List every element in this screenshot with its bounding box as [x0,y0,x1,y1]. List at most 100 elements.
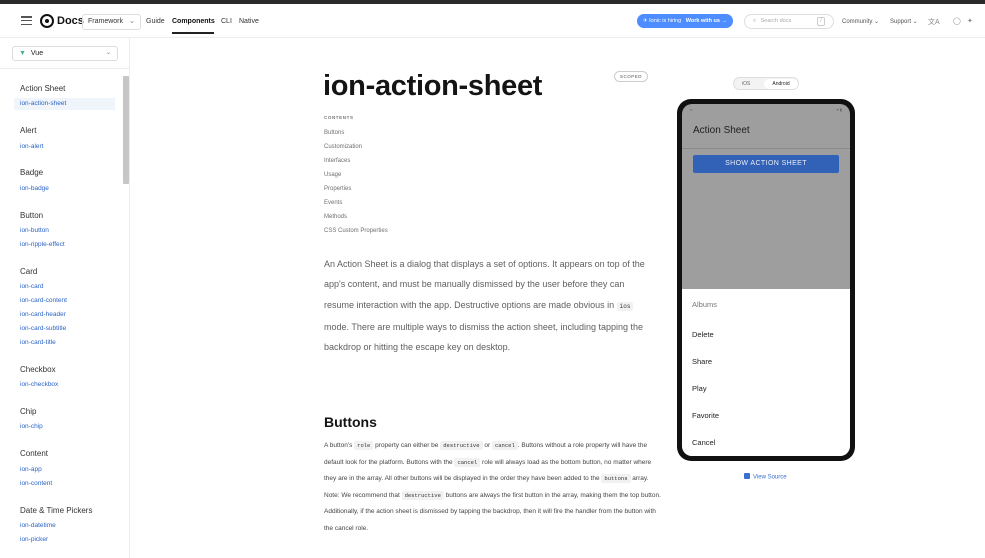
action-sheet-play-button[interactable]: Play [692,384,707,393]
sidebar-group-badge: Badge [20,168,44,177]
scrollbar-thumb[interactable] [123,76,129,184]
paragraph-text: A button's [324,442,355,449]
nav-native[interactable]: Native [239,18,259,25]
sidebar-group-action-sheet: Action Sheet [20,84,66,93]
toc-link-methods[interactable]: Methods [324,214,347,220]
community-label: Community [842,19,873,25]
toc-link-properties[interactable]: Properties [324,186,351,192]
status-time: ▪▪ [690,107,693,112]
search-icon: ⌕ [753,18,757,24]
docs-page: Docs Framework ⌄ Guide Components CLI Na… [0,4,985,558]
sidebar-item-ion-alert[interactable]: ion-alert [20,143,43,150]
paragraph-text: or [482,442,492,449]
sidebar-scrollbar[interactable] [122,72,129,558]
sidebar-group-button: Button [20,211,44,220]
inline-code: cancel [491,441,518,450]
action-sheet-title: Albums [692,300,718,309]
sidebar-item-ion-datetime[interactable]: ion-datetime [20,522,56,529]
toc-link-events[interactable]: Events [324,200,342,206]
buttons-paragraph: A button's role property can either be d… [324,438,664,538]
sidebar: ▼ Vue ⌄ Action Sheet ion-action-sheet Al… [0,38,130,558]
sidebar-group-alert: Alert [20,126,37,135]
sidebar-item-ion-card-header[interactable]: ion-card-header [20,311,66,318]
view-source-icon [744,473,750,479]
nav-guide[interactable]: Guide [146,18,165,25]
search-input[interactable]: ⌕ Search docs / [744,14,834,29]
contents-heading: CONTENTS [324,115,354,120]
sidebar-item-ion-ripple-effect[interactable]: ion-ripple-effect [20,241,65,248]
sidebar-group-date-time-pickers: Date & Time Pickers [20,506,93,515]
toc-link-customization[interactable]: Customization [324,144,362,150]
search-placeholder: Search docs [760,18,792,24]
sidebar-group-checkbox: Checkbox [20,365,56,374]
toc-link-buttons[interactable]: Buttons [324,130,344,136]
sidebar-item-ion-card[interactable]: ion-card [20,283,43,290]
toc-link-css-custom-properties[interactable]: CSS Custom Properties [324,228,388,234]
github-icon[interactable]: ◯ [953,17,961,25]
sidebar-item-ion-card-content[interactable]: ion-card-content [20,297,67,304]
sidebar-item-ion-chip[interactable]: ion-chip [20,423,43,430]
view-source-link[interactable]: View Source [744,473,787,481]
sidebar-item-ion-card-title[interactable]: ion-card-title [20,339,56,346]
sidebar-item-ion-app[interactable]: ion-app [20,466,42,473]
docs-logo[interactable]: Docs [40,14,84,28]
sidebar-group-chip: Chip [20,407,37,416]
intro-paragraph: An Action Sheet is a dialog that display… [324,254,648,357]
device-preview-frame: ▪▪ ▾ ▮ Action Sheet SHOW ACTION SHEET Al… [677,99,855,461]
scoped-badge: SCOPED [614,71,649,82]
support-label: Support [890,19,912,25]
sidebar-item-ion-action-sheet[interactable]: ion-action-sheet [14,98,115,110]
section-heading-buttons: Buttons [324,414,377,430]
app-toolbar: Action Sheet [682,115,850,149]
rocket-icon: ✈ [643,18,648,24]
menu-icon[interactable] [21,16,32,26]
action-sheet-share-button[interactable]: Share [692,357,712,366]
action-sheet-cancel-button[interactable]: Cancel [692,438,715,447]
sidebar-item-ion-picker[interactable]: ion-picker [20,536,48,543]
framework-select-label: Framework [88,18,124,25]
platform-android-option[interactable]: Android [764,79,798,89]
sidebar-item-ion-card-subtitle[interactable]: ion-card-subtitle [20,325,66,332]
app-title: Action Sheet [693,125,750,136]
nav-cli[interactable]: CLI [221,18,232,25]
translate-icon[interactable]: 文A [928,17,940,27]
toc-link-usage[interactable]: Usage [324,172,341,178]
view-source-label: View Source [753,474,787,481]
active-nav-underline [172,32,214,34]
action-sheet-favorite-button[interactable]: Favorite [692,411,719,420]
status-icons: ▾ ▮ [836,107,842,112]
device-screen: ▪▪ ▾ ▮ Action Sheet SHOW ACTION SHEET Al… [682,104,850,456]
support-menu[interactable]: Support ⌄ [890,18,918,25]
paragraph-text: property can either be [373,442,441,449]
sidebar-item-ion-badge[interactable]: ion-badge [20,185,49,192]
action-sheet: Albums Delete Share Play Favorite Cancel [682,289,850,456]
sidebar-item-ion-button[interactable]: ion-button [20,227,49,234]
sidebar-item-ion-checkbox[interactable]: ion-checkbox [20,381,58,388]
arrow-right-icon: → [721,18,727,24]
platform-ios-option[interactable]: iOS [742,81,750,87]
logo-text: Docs [57,15,84,27]
sidebar-group-content: Content [20,449,49,458]
sidebar-item-ion-content[interactable]: ion-content [20,480,52,487]
inline-code: destructive [401,490,444,500]
inline-code: buttons [601,474,631,484]
community-menu[interactable]: Community ⌄ [842,18,879,25]
show-action-sheet-button[interactable]: SHOW ACTION SHEET [693,155,839,173]
search-shortcut-key: / [817,17,825,26]
sidebar-divider [0,68,130,69]
toc-link-interfaces[interactable]: Interfaces [324,158,350,164]
intro-text: mode. There are multiple ways to dismiss… [324,321,644,353]
inline-code: role [354,441,374,450]
hiring-link[interactable]: Work with us [686,18,720,24]
framework-version-select[interactable]: ▼ Vue ⌄ [12,46,118,61]
sidebar-group-card: Card [20,267,38,276]
twitter-icon[interactable]: ✦ [967,17,973,25]
vue-logo-icon: ▼ [19,50,26,57]
hiring-banner[interactable]: ✈ Ionic is hiring Work with us → [637,14,733,28]
framework-select[interactable]: Framework ⌄ [82,14,141,30]
nav-components[interactable]: Components [172,18,215,25]
action-sheet-delete-button[interactable]: Delete [692,330,714,339]
top-nav: Docs Framework ⌄ Guide Components CLI Na… [0,4,985,38]
intro-text: An Action Sheet is a dialog that display… [324,259,645,310]
hiring-text: Ionic is hiring [649,18,682,24]
